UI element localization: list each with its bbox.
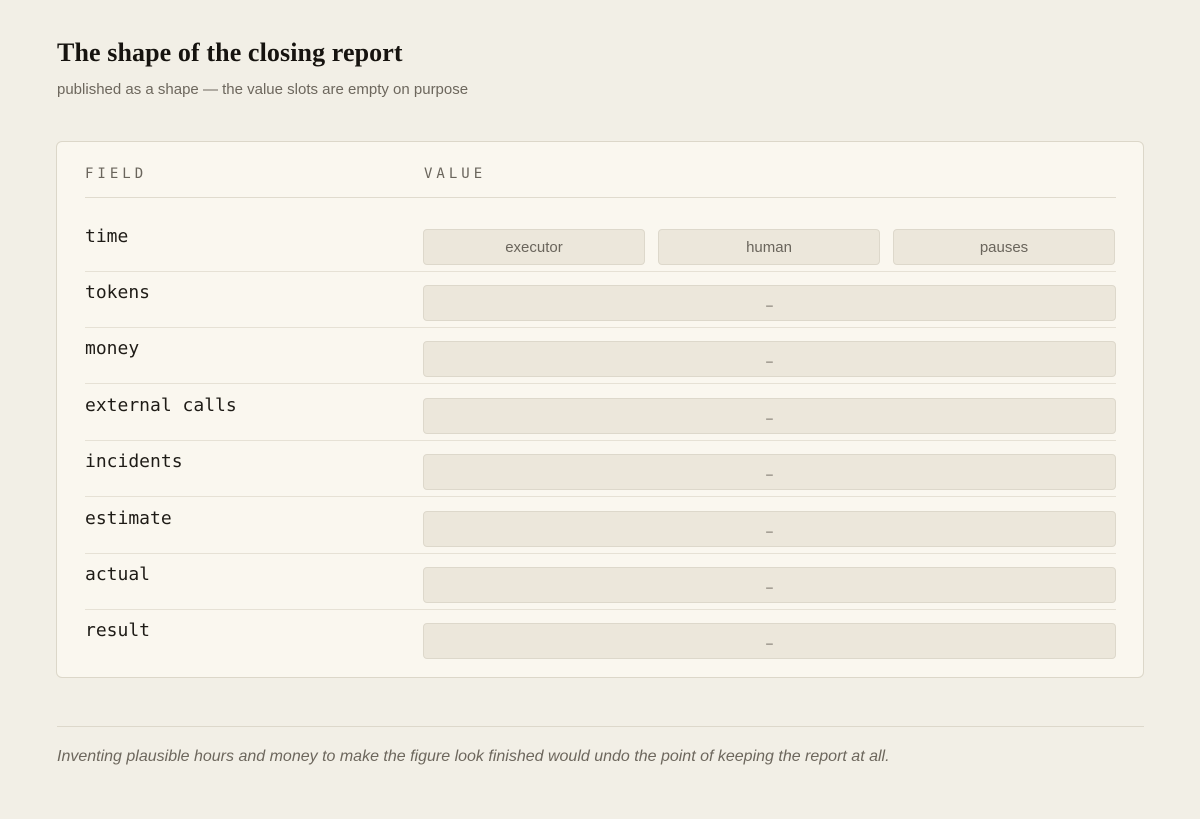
column-header-field: FIELD xyxy=(85,166,148,182)
field-label-result: result xyxy=(85,620,151,641)
field-label-time: time xyxy=(85,226,129,247)
header-divider xyxy=(85,197,1116,198)
table-row-actual: actual – xyxy=(85,554,1116,610)
table-row-time: time executor human pauses xyxy=(85,216,1116,272)
value-slot-external-calls: – xyxy=(423,398,1116,434)
report-page: The shape of the closing report publishe… xyxy=(0,0,1200,819)
table-row-result: result – xyxy=(85,610,1116,666)
field-label-tokens: tokens xyxy=(85,282,151,303)
field-label-estimate: estimate xyxy=(85,508,172,529)
table-row-incidents: incidents – xyxy=(85,441,1116,497)
empty-value-dash: – xyxy=(766,466,773,481)
value-slot-result: – xyxy=(423,623,1116,659)
value-slot-incidents: – xyxy=(423,454,1116,490)
value-slot-actual: – xyxy=(423,567,1116,603)
empty-value-dash: – xyxy=(766,410,773,425)
value-slot-human: human xyxy=(658,229,880,265)
empty-value-dash: – xyxy=(766,635,773,650)
table-row-money: money – xyxy=(85,328,1116,384)
empty-value-dash: – xyxy=(766,579,773,594)
table-row-tokens: tokens – xyxy=(85,272,1116,328)
empty-value-dash: – xyxy=(766,523,773,538)
table-row-estimate: estimate – xyxy=(85,498,1116,554)
page-title: The shape of the closing report xyxy=(57,38,403,67)
footer-divider xyxy=(57,726,1144,727)
column-header-value: VALUE xyxy=(424,166,487,182)
value-slot-pauses: pauses xyxy=(893,229,1115,265)
value-slot-money: – xyxy=(423,341,1116,377)
field-label-external-calls: external calls xyxy=(85,395,237,416)
empty-value-dash: – xyxy=(766,297,773,312)
field-label-actual: actual xyxy=(85,564,151,585)
value-slot-executor: executor xyxy=(423,229,645,265)
empty-value-dash: – xyxy=(766,353,773,368)
field-label-incidents: incidents xyxy=(85,451,183,472)
table-row-external-calls: external calls – xyxy=(85,385,1116,441)
slot-label-human: human xyxy=(746,238,792,256)
field-label-money: money xyxy=(85,338,140,359)
footnote: Inventing plausible hours and money to m… xyxy=(57,748,890,765)
value-slot-estimate: – xyxy=(423,511,1116,547)
value-slot-tokens: – xyxy=(423,285,1116,321)
page-subtitle: published as a shape — the value slots a… xyxy=(57,81,469,98)
slot-label-pauses: pauses xyxy=(979,238,1029,256)
slot-label-executor: executor xyxy=(505,238,563,256)
